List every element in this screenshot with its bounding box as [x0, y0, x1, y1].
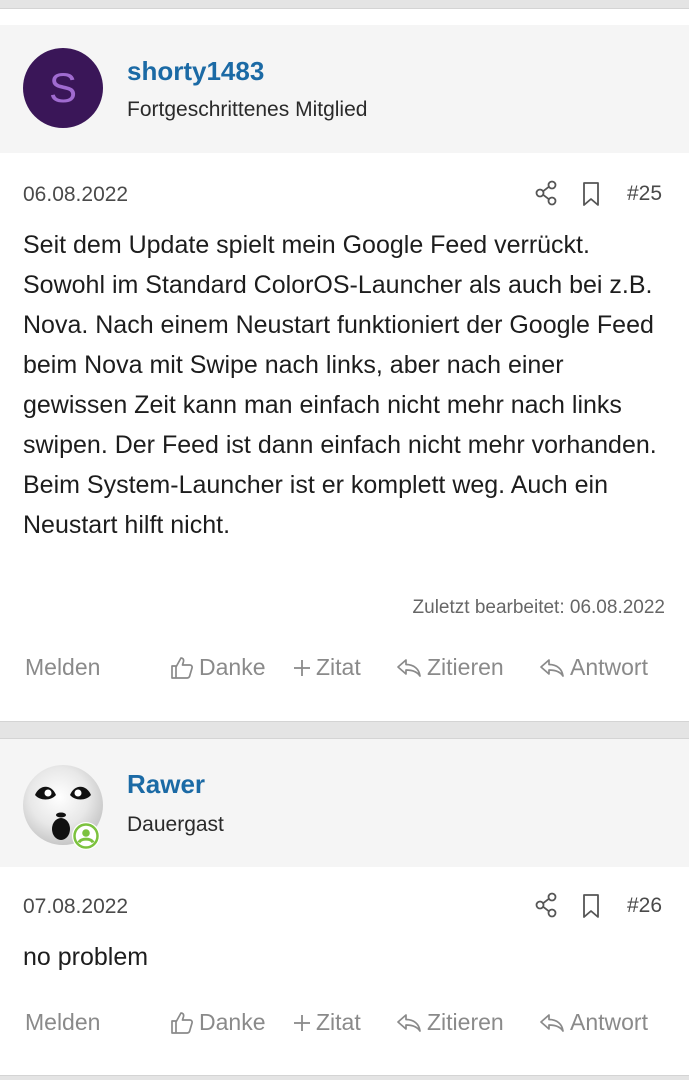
cite-button[interactable]: Zitieren	[395, 1009, 504, 1036]
post-header: Rawer Dauergast	[0, 739, 689, 867]
online-badge-icon	[72, 822, 100, 850]
post-actions: Melden Danke Zitat Zitieren Antwort	[0, 1009, 689, 1049]
reply-arrow-icon	[540, 658, 564, 677]
post-actions: Melden Danke Zitat Zitieren Antwort	[0, 654, 689, 694]
like-button[interactable]: Danke	[169, 654, 265, 681]
like-button[interactable]: Danke	[169, 1009, 265, 1036]
report-button[interactable]: Melden	[25, 1009, 100, 1036]
reply-arrow-icon	[397, 658, 421, 677]
edited-note: Zuletzt bearbeitet: 06.08.2022	[412, 597, 665, 618]
cite-button[interactable]: Zitieren	[395, 654, 504, 681]
post-26: Rawer Dauergast 07.08.2022 #26 no proble…	[0, 738, 689, 1076]
report-label: Melden	[25, 1009, 101, 1035]
avatar[interactable]: S	[23, 48, 103, 128]
share-icon[interactable]	[534, 179, 558, 207]
post-25: S shorty1483 Fortgeschrittenes Mitglied …	[0, 8, 689, 722]
plus-icon	[294, 659, 310, 676]
thumbs-up-icon	[171, 1011, 193, 1034]
report-button[interactable]: Melden	[25, 654, 100, 681]
post-body: Seit dem Update spielt mein Google Feed …	[23, 231, 657, 539]
reply-button[interactable]: Antwort	[538, 1009, 648, 1036]
post-date[interactable]: 06.08.2022	[23, 183, 128, 207]
quote-button[interactable]: Zitat	[292, 1009, 361, 1036]
post-meta: 07.08.2022 #26	[0, 889, 689, 929]
like-label: Danke	[199, 654, 266, 680]
bookmark-icon[interactable]	[581, 181, 601, 207]
reply-button[interactable]: Antwort	[538, 654, 648, 681]
user-title: Dauergast	[127, 813, 224, 836]
plus-icon	[294, 1014, 310, 1031]
cite-label: Zitieren	[427, 654, 504, 680]
post-number[interactable]: #25	[627, 182, 662, 206]
post-number[interactable]: #26	[627, 894, 662, 918]
username[interactable]: shorty1483	[127, 56, 264, 87]
reply-label: Antwort	[570, 1009, 648, 1035]
post-body: no problem	[23, 943, 149, 971]
reply-arrow-icon	[540, 1013, 564, 1032]
username[interactable]: Rawer	[127, 769, 205, 800]
reply-label: Antwort	[570, 654, 648, 680]
report-label: Melden	[25, 654, 101, 680]
quote-label: Zitat	[316, 654, 361, 680]
cite-label: Zitieren	[427, 1009, 504, 1035]
post-meta: 06.08.2022 #25	[0, 177, 689, 217]
quote-button[interactable]: Zitat	[292, 654, 361, 681]
reply-arrow-icon	[397, 1013, 421, 1032]
post-header: S shorty1483 Fortgeschrittenes Mitglied	[0, 25, 689, 153]
thumbs-up-icon	[171, 656, 193, 679]
bookmark-icon[interactable]	[581, 893, 601, 919]
post-date[interactable]: 07.08.2022	[23, 895, 128, 919]
user-title: Fortgeschrittenes Mitglied	[127, 98, 368, 121]
like-label: Danke	[199, 1009, 266, 1035]
share-icon[interactable]	[534, 891, 558, 919]
quote-label: Zitat	[316, 1009, 361, 1035]
